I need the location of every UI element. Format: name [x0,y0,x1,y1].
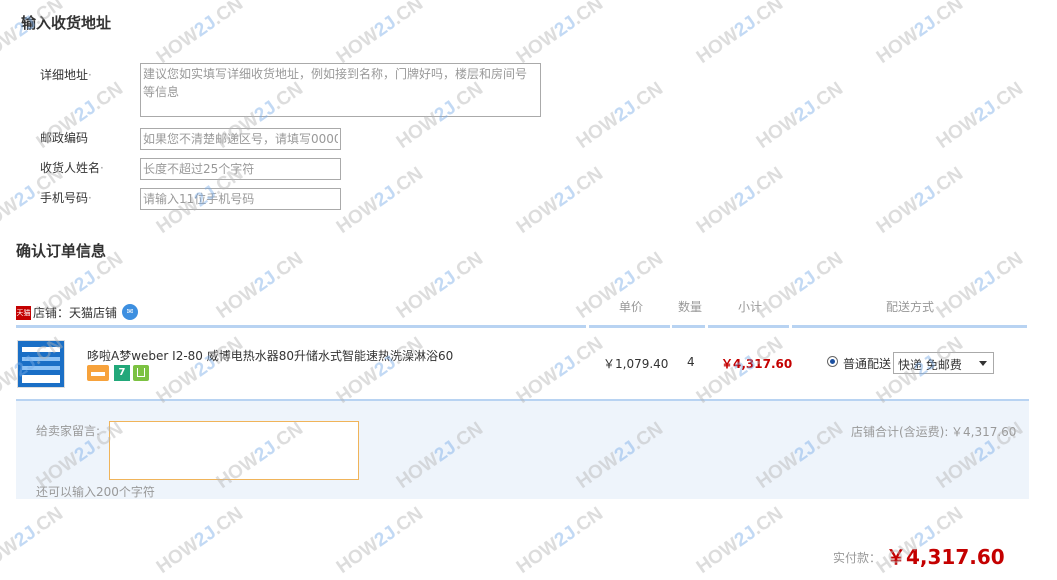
watermark-text: HOW2J.CN [0,503,67,578]
watermark-text: HOW2J.CN [752,78,847,153]
seller-message-hint: 还可以输入200个字符 [36,485,155,499]
order-section-title: 确认订单信息 [16,242,107,260]
watermark-text: HOW2J.CN [152,503,247,578]
watermark-text: HOW2J.CN [332,0,427,68]
watermark-text: HOW2J.CN [872,163,967,238]
column-header-shipping: 配送方式 [886,300,935,314]
watermark-text: HOW2J.CN [872,0,967,68]
detail-address-label: 详细地址· [40,68,92,82]
column-header-price: 单价 [619,300,644,314]
item-subtotal: ￥4,317.60 [721,357,793,371]
watermark-text: HOW2J.CN [692,503,787,578]
receiver-name-input[interactable] [140,158,341,180]
credit-card-icon [87,365,109,381]
tmall-shop-icon: 天猫 [16,306,31,320]
detail-address-input[interactable] [140,63,541,117]
item-quantity: 4 [687,355,695,369]
watermark-text: HOW2J.CN [752,248,847,323]
product-thumbnail[interactable] [17,340,65,388]
watermark-text: HOW2J.CN [332,503,427,578]
actual-payment-label: 实付款： [833,551,882,565]
column-header-subtotal: 小计 [738,300,763,314]
shop-total-label: 店铺合计(含运费): [851,425,949,439]
normal-delivery-radio[interactable] [827,356,838,367]
watermark-text: HOW2J.CN [332,163,427,238]
watermark-text: HOW2J.CN [512,0,607,68]
watermark-text: HOW2J.CN [512,333,607,408]
header-divider-product [16,325,586,328]
watermark-text: HOW2J.CN [152,0,247,68]
watermark-text: HOW2J.CN [392,248,487,323]
phone-input[interactable] [140,188,341,210]
header-divider-subtotal [708,325,789,328]
normal-delivery-label[interactable]: 普通配送 [843,355,891,372]
guarantee-icon [133,365,149,381]
seven-day-return-icon: 7 [114,365,130,381]
watermark-text: HOW2J.CN [512,163,607,238]
product-title-link[interactable]: 哆啦A梦weber I2-80 威博电热水器80升储水式智能速热洗澡淋浴60 [87,347,453,364]
header-divider-shipping [792,325,1027,328]
watermark-text: HOW2J.CN [572,78,667,153]
chevron-down-icon [979,361,987,366]
shop-total-value: ￥4,317.60 [951,425,1017,439]
phone-label: 手机号码· [40,191,92,205]
header-divider-qty [672,325,705,328]
seller-message-input[interactable] [109,421,359,480]
receiver-name-label: 收货人姓名· [40,161,104,175]
watermark-text: HOW2J.CN [332,333,427,408]
shop-name: 店铺：天猫店铺 [33,306,118,320]
watermark-text: HOW2J.CN [152,333,247,408]
postcode-input[interactable] [140,128,341,150]
header-divider-price [589,325,670,328]
item-unit-price: ￥1,079.40 [603,357,669,371]
address-section-title: 输入收货地址 [21,14,112,32]
watermark-text: HOW2J.CN [512,503,607,578]
postcode-label: 邮政编码 [40,131,89,145]
watermark-text: HOW2J.CN [932,248,1027,323]
watermark-text: HOW2J.CN [692,0,787,68]
seller-message-label: 给卖家留言: [36,424,101,438]
watermark-text: HOW2J.CN [0,0,67,68]
wangwang-chat-icon[interactable]: ✉ [122,304,138,320]
watermark-text: HOW2J.CN [212,248,307,323]
shipping-method-value: 快递 免邮费 [898,358,962,372]
column-header-qty: 数量 [678,300,703,314]
watermark-text: HOW2J.CN [932,78,1027,153]
watermark-text: HOW2J.CN [692,163,787,238]
actual-payment-value: ￥4,317.60 [886,545,1005,569]
shipping-method-select[interactable]: 快递 免邮费 [893,352,994,374]
